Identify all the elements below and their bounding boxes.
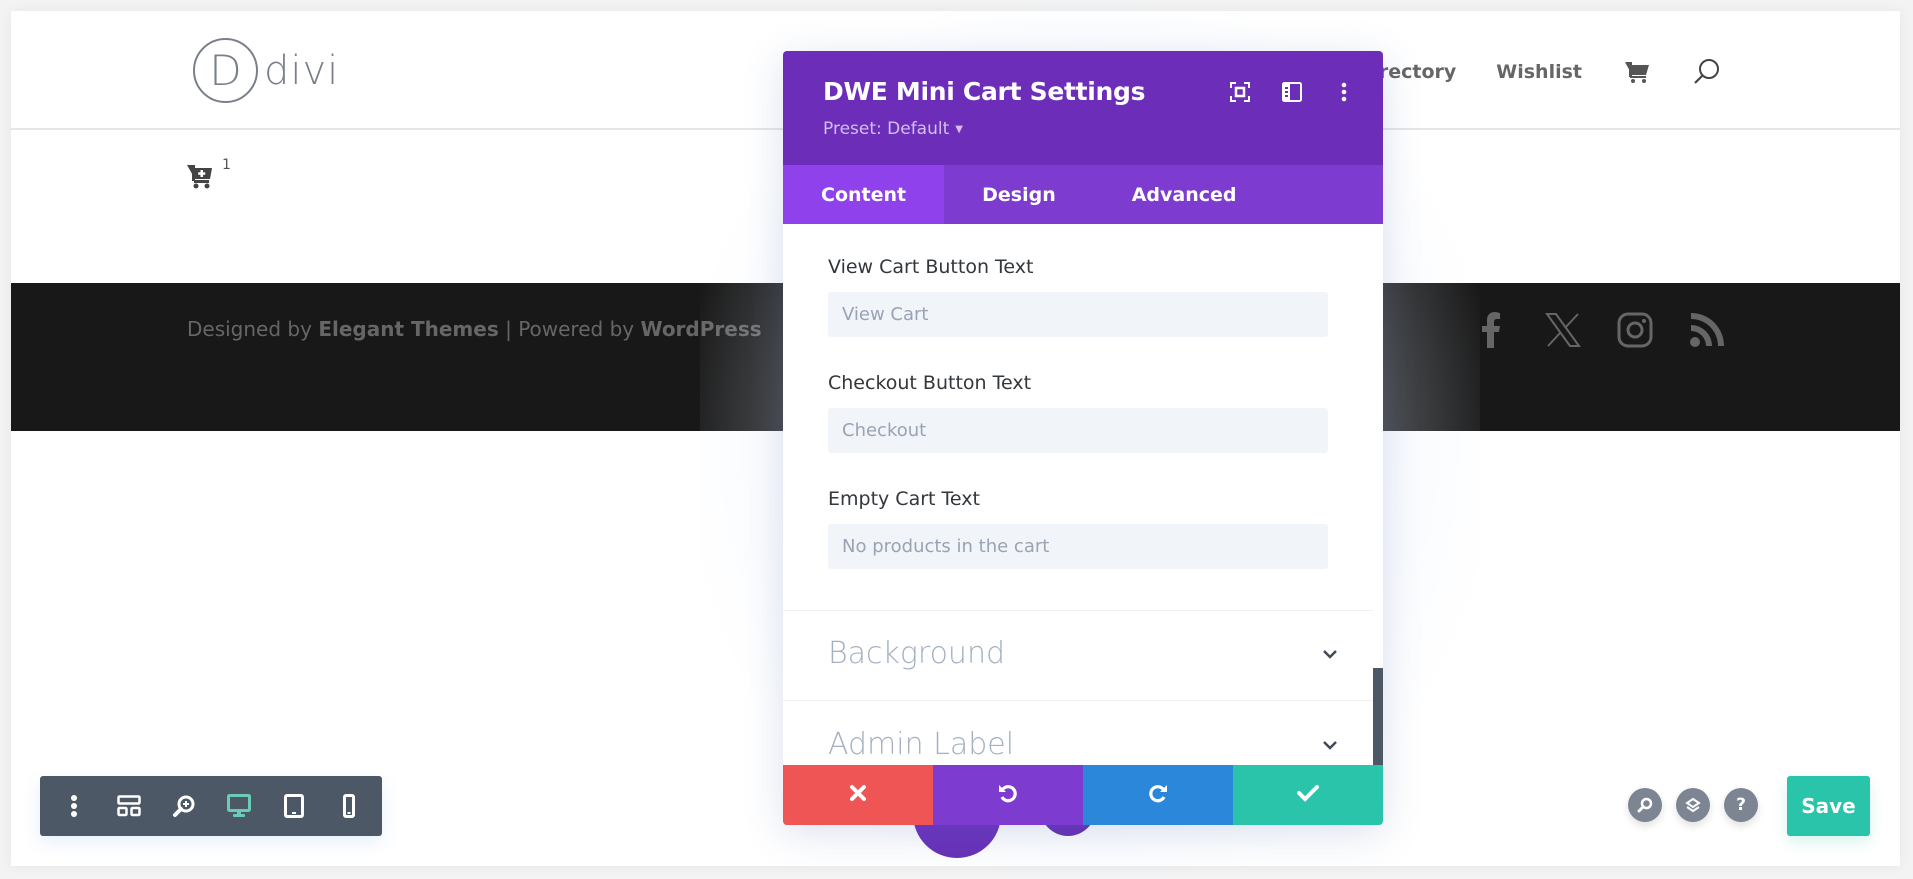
zoom-icon[interactable] (164, 786, 204, 826)
tab-content[interactable]: Content (783, 165, 945, 224)
nav-item-wishlist[interactable]: Wishlist (1496, 61, 1582, 83)
checkmark-icon (1297, 784, 1319, 806)
view-cart-text-field: View Cart Button Text (828, 256, 1328, 337)
empty-cart-text-input[interactable] (828, 524, 1328, 569)
settings-modal: DWE Mini Cart Settings Preset: Default ▼… (783, 51, 1383, 825)
tab-advanced[interactable]: Advanced (1094, 165, 1275, 224)
social-links (1472, 311, 1726, 349)
section-divider (783, 610, 1373, 611)
logo-text: divi (264, 47, 340, 94)
site-logo[interactable]: D divi (193, 38, 339, 103)
empty-cart-text-field: Empty Cart Text (828, 488, 1328, 569)
close-icon (849, 784, 867, 806)
checkout-text-input[interactable] (828, 408, 1328, 453)
modal-header[interactable]: DWE Mini Cart Settings Preset: Default ▼ (783, 51, 1383, 165)
menu-dots-icon[interactable] (54, 786, 94, 826)
credits-separator: | Powered by (498, 317, 641, 341)
chevron-down-icon (1322, 735, 1338, 754)
quick-actions: ? (1628, 788, 1758, 822)
preset-dropdown[interactable]: Preset: Default ▼ (823, 119, 963, 139)
split-view-icon[interactable] (1279, 79, 1305, 105)
undo-icon (997, 782, 1019, 808)
credits-prefix: Designed by (187, 317, 319, 341)
shopping-cart-icon[interactable] (1622, 57, 1652, 87)
section-background[interactable]: Background (828, 636, 1338, 671)
section-title: Background (828, 636, 1005, 671)
elegant-themes-link[interactable]: Elegant Themes (318, 317, 498, 341)
modal-footer (783, 765, 1383, 825)
logo-mark: D (193, 38, 258, 103)
section-admin-label[interactable]: Admin Label (828, 727, 1338, 762)
view-cart-text-input[interactable] (828, 292, 1328, 337)
undo-button[interactable] (933, 765, 1083, 825)
cart-plus-icon (186, 163, 214, 193)
section-title: Admin Label (828, 727, 1015, 762)
redo-button[interactable] (1083, 765, 1233, 825)
field-label: Checkout Button Text (828, 372, 1032, 394)
tablet-view-icon[interactable] (274, 786, 314, 826)
instagram-icon[interactable] (1616, 311, 1654, 349)
modal-tabs: Content Design Advanced (783, 165, 1383, 224)
redo-icon (1147, 782, 1169, 808)
wireframe-icon[interactable] (109, 786, 149, 826)
facebook-icon[interactable] (1472, 311, 1510, 349)
footer-credits: Designed by Elegant Themes | Powered by … (187, 317, 762, 341)
field-label: View Cart Button Text (828, 256, 1034, 278)
modal-header-actions (1227, 79, 1357, 105)
more-options-icon[interactable] (1331, 79, 1357, 105)
phone-view-icon[interactable] (329, 786, 369, 826)
save-button[interactable]: Save (1787, 776, 1870, 836)
x-twitter-icon[interactable] (1544, 311, 1582, 349)
field-label: Empty Cart Text (828, 488, 980, 510)
preset-label: Preset: Default (823, 119, 950, 139)
main-nav: Directory Wishlist (1357, 57, 1722, 87)
discard-button[interactable] (783, 765, 933, 825)
help-icon[interactable]: ? (1724, 788, 1758, 822)
caret-down-icon: ▼ (955, 123, 963, 135)
tab-design[interactable]: Design (944, 165, 1094, 224)
layers-icon[interactable] (1676, 788, 1710, 822)
modal-body: View Cart Button Text Checkout Button Te… (783, 224, 1383, 765)
wordpress-link[interactable]: WordPress (640, 317, 761, 341)
modal-scrollbar[interactable] (1373, 668, 1383, 765)
builder-toolbar (40, 776, 382, 836)
section-divider (783, 700, 1373, 701)
rss-icon[interactable] (1688, 311, 1726, 349)
chevron-down-icon (1322, 644, 1338, 663)
search-icon[interactable] (1692, 57, 1722, 87)
modal-title: DWE Mini Cart Settings (823, 77, 1146, 106)
desktop-view-icon[interactable] (219, 786, 259, 826)
save-changes-button[interactable] (1233, 765, 1383, 825)
cart-count-badge: 1 (222, 157, 231, 173)
fullscreen-icon[interactable] (1227, 79, 1253, 105)
checkout-text-field: Checkout Button Text (828, 372, 1328, 453)
find-icon[interactable] (1628, 788, 1662, 822)
mini-cart[interactable]: 1 (186, 157, 231, 193)
